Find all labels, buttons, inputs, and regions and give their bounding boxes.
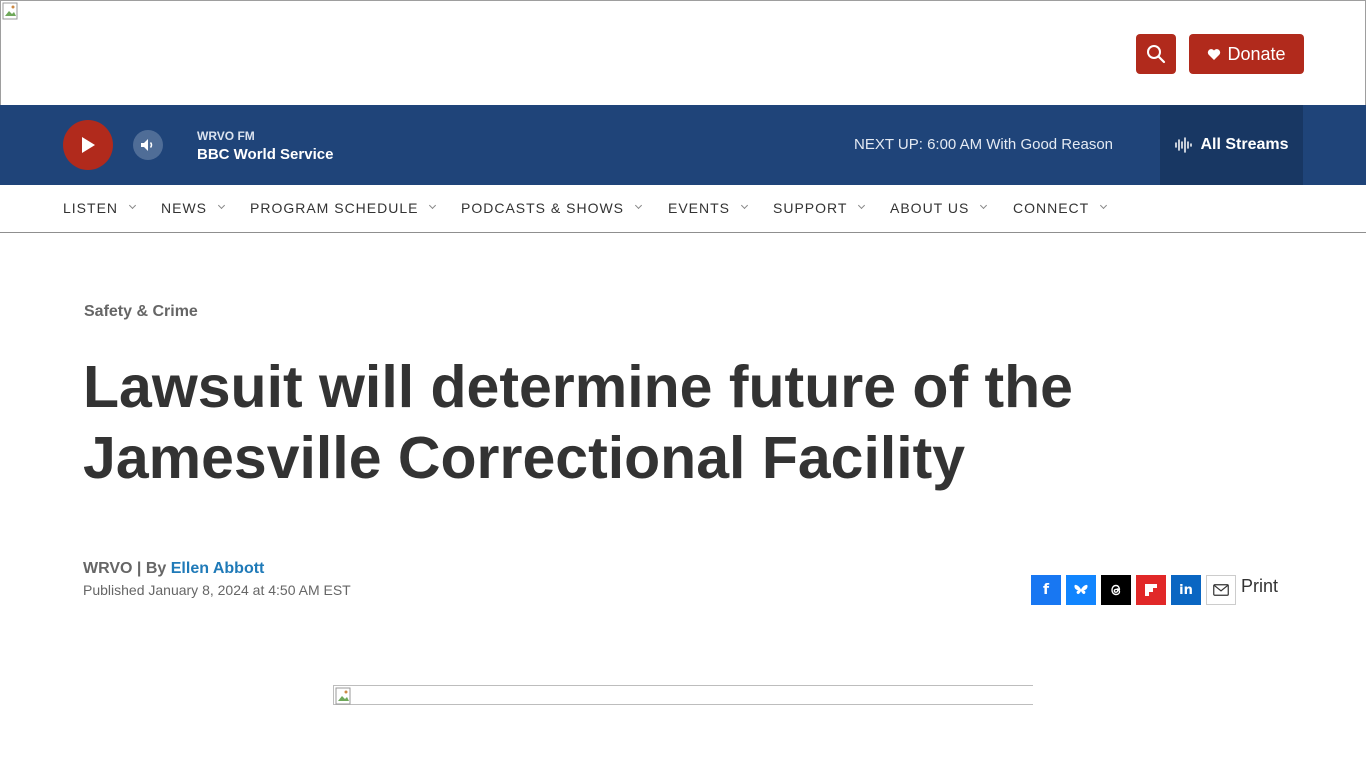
nav-item-support[interactable]: SUPPORT — [773, 200, 866, 216]
lead-image — [333, 685, 1033, 705]
byline-source: WRVO | By — [83, 560, 171, 577]
chevron-down-icon — [128, 201, 137, 210]
chevron-down-icon — [1100, 201, 1108, 210]
broken-image-icon — [335, 687, 351, 705]
nav-item-label: PROGRAM SCHEDULE — [250, 200, 419, 216]
donate-label: Donate — [1227, 43, 1286, 64]
nav-item-label: NEWS — [161, 200, 207, 216]
search-icon — [1147, 45, 1166, 64]
share-facebook-button[interactable]: f — [1031, 575, 1061, 605]
author-link[interactable]: Ellen Abbott — [171, 560, 265, 577]
share-flipboard-button[interactable] — [1136, 575, 1166, 605]
station-call-sign: WRVO FM — [197, 129, 255, 143]
now-playing-title: BBC World Service — [197, 146, 334, 163]
nav-item-label: SUPPORT — [773, 200, 848, 216]
live-stream-player: WRVO FM BBC World Service NEXT UP: 6:00 … — [0, 105, 1366, 185]
volume-icon — [141, 139, 153, 151]
share-threads-button[interactable] — [1101, 575, 1131, 605]
nav-item-podcasts-shows[interactable]: PODCASTS & SHOWS — [461, 200, 643, 216]
main-navigation: LISTEN NEWS PROGRAM SCHEDULE PODCASTS & … — [0, 185, 1366, 233]
share-toolbar: f in Print — [1031, 575, 1278, 605]
nav-item-listen[interactable]: LISTEN — [63, 200, 137, 216]
nav-item-label: PODCASTS & SHOWS — [461, 200, 625, 216]
threads-icon — [1111, 584, 1121, 596]
chevron-down-icon — [858, 201, 866, 210]
all-streams-button[interactable]: All Streams — [1160, 105, 1303, 185]
chevron-down-icon — [980, 201, 988, 210]
nav-item-events[interactable]: EVENTS — [668, 200, 749, 216]
published-date: Published January 8, 2024 at 4:50 AM EST — [83, 582, 351, 598]
broken-logo-image-icon[interactable] — [2, 2, 20, 20]
byline: WRVO | By Ellen Abbott — [83, 560, 264, 578]
nav-item-about-us[interactable]: ABOUT US — [890, 200, 988, 216]
facebook-icon: f — [1042, 582, 1050, 598]
heart-icon — [1208, 48, 1221, 60]
nav-item-news[interactable]: NEWS — [161, 200, 226, 216]
audio-wave-icon — [1175, 137, 1193, 153]
bluesky-icon — [1074, 584, 1088, 595]
next-up-text: NEXT UP: 6:00 AM With Good Reason — [854, 136, 1114, 153]
play-button[interactable] — [63, 120, 113, 170]
chevron-down-icon — [217, 201, 226, 210]
chevron-down-icon — [634, 201, 643, 210]
share-linkedin-button[interactable]: in — [1171, 575, 1201, 605]
share-email-button[interactable] — [1206, 575, 1236, 605]
category-link[interactable]: Safety & Crime — [84, 303, 198, 321]
play-icon — [82, 137, 95, 153]
site-header: Donate — [0, 0, 1366, 105]
share-bluesky-button[interactable] — [1066, 575, 1096, 605]
article-headline: Lawsuit will determine future of the Jam… — [83, 354, 1073, 491]
nav-item-label: EVENTS — [668, 200, 731, 216]
email-icon — [1213, 584, 1229, 596]
nav-item-program-schedule[interactable]: PROGRAM SCHEDULE — [250, 200, 437, 216]
chevron-down-icon — [740, 201, 749, 210]
all-streams-label: All Streams — [1200, 136, 1289, 153]
nav-item-connect[interactable]: CONNECT — [1013, 200, 1108, 216]
nav-item-label: ABOUT US — [890, 200, 970, 216]
chevron-down-icon — [429, 201, 437, 210]
nav-item-label: LISTEN — [63, 200, 119, 216]
linkedin-icon: in — [1179, 582, 1193, 598]
volume-button[interactable] — [133, 130, 163, 160]
station-info: WRVO FM BBC World Service — [197, 129, 333, 163]
flipboard-icon — [1145, 584, 1157, 596]
donate-button[interactable]: Donate — [1189, 34, 1304, 74]
search-button[interactable] — [1136, 34, 1176, 74]
print-button[interactable]: Print — [1241, 575, 1278, 597]
nav-item-label: CONNECT — [1013, 200, 1090, 216]
